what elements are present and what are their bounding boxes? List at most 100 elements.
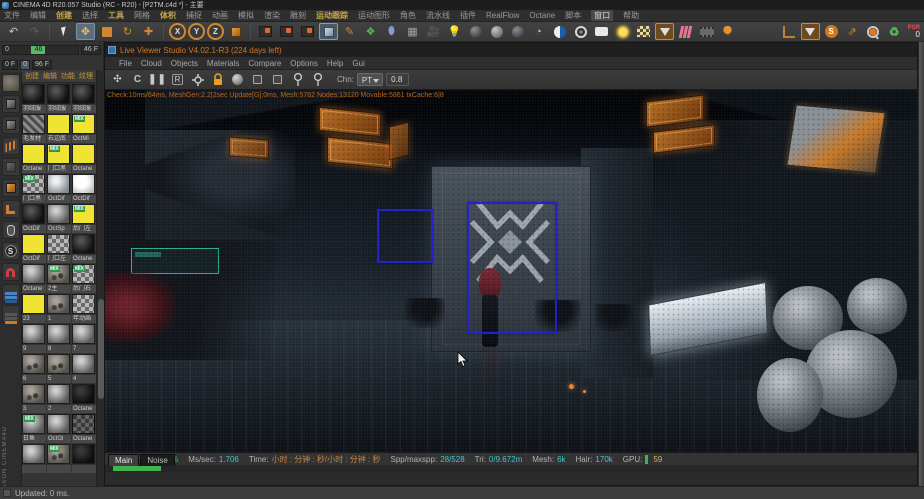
layers-flame-icon[interactable] <box>2 305 20 323</box>
material-item[interactable]: OctDif <box>72 174 96 203</box>
material-item[interactable]: MIX2主 <box>47 264 71 293</box>
timeline-thumb[interactable]: 46 <box>31 46 45 54</box>
film-icon[interactable] <box>697 23 716 40</box>
bracket-icon[interactable] <box>780 23 799 40</box>
material-item[interactable]: 7 <box>72 324 96 353</box>
material-item[interactable]: MIX后门右 <box>72 264 96 293</box>
material-sphere-icon[interactable] <box>466 23 485 40</box>
render-view-icon[interactable] <box>256 23 275 40</box>
lv-menu-options[interactable]: Options <box>290 59 318 68</box>
octane-daylight-icon[interactable] <box>613 23 632 40</box>
axis-L-icon[interactable] <box>2 200 20 218</box>
material-item[interactable]: MIX <box>47 444 71 473</box>
frame-end-field[interactable]: 46 F <box>81 45 101 55</box>
material-item[interactable]: 羽绒服 <box>47 84 71 113</box>
lv-menu-compare[interactable]: Compare <box>248 59 281 68</box>
material-item[interactable]: MIX门口黑 <box>22 174 46 203</box>
live-viewer-titlebar[interactable]: Live Viewer Studio V4.02.1-R3 (224 days … <box>105 43 917 57</box>
material-item[interactable]: Octane <box>72 144 96 173</box>
material-thumbnail[interactable]: MIX <box>22 414 45 434</box>
material-item[interactable]: 1 <box>47 294 71 323</box>
menu-item-14[interactable]: 角色 <box>400 10 416 21</box>
menu-item-21[interactable]: 帮助 <box>623 10 639 21</box>
menu-item-19[interactable]: 脚本 <box>565 10 581 21</box>
material-thumbnail[interactable] <box>72 294 95 314</box>
material-thumbnail[interactable] <box>22 264 45 284</box>
menu-item-10[interactable]: 渲染 <box>264 10 280 21</box>
workplane-icon[interactable]: ❖ <box>361 23 380 40</box>
material-item[interactable]: Octane <box>72 234 96 263</box>
last-tool-icon[interactable]: ✚ <box>139 23 158 40</box>
material-thumbnail[interactable] <box>22 324 45 344</box>
material-item[interactable]: 年动画 <box>72 294 96 323</box>
material-sphere2-icon[interactable] <box>487 23 506 40</box>
menu-item-13[interactable]: 运动图形 <box>358 10 390 21</box>
rotate-tool-icon[interactable]: ↻ <box>118 23 137 40</box>
teleport-icon[interactable]: ✣ <box>109 72 126 88</box>
reset-icon[interactable]: R <box>169 72 186 88</box>
material-thumbnail[interactable] <box>47 294 70 314</box>
live-selection-icon[interactable] <box>55 23 74 40</box>
octane-texenv-icon[interactable] <box>634 23 653 40</box>
restart-render-icon[interactable]: C <box>129 72 146 88</box>
scatter-tree-icon[interactable] <box>718 23 737 40</box>
material-item[interactable]: 门口左 <box>47 234 71 263</box>
material-thumbnail[interactable] <box>22 354 45 374</box>
menu-item-12[interactable]: 运动跟踪 <box>316 10 348 21</box>
axis-lock-z[interactable]: Z <box>207 23 224 40</box>
magnet-blob-icon[interactable]: ⬮ <box>382 23 401 40</box>
material-thumbnail[interactable]: MIX <box>22 174 45 194</box>
substance-icon[interactable]: S <box>822 23 841 40</box>
channel-value-field[interactable]: 0.8 <box>386 73 409 86</box>
octane-download-icon[interactable] <box>655 23 674 40</box>
selection-rect-small[interactable] <box>377 209 433 263</box>
snap-s-icon[interactable]: S <box>2 242 20 260</box>
material-item[interactable]: 毛发材 <box>22 114 46 143</box>
pin-material-icon[interactable] <box>289 72 306 88</box>
material-thumbnail[interactable]: MIX <box>47 144 70 164</box>
material-thumbnail[interactable] <box>22 444 45 464</box>
texture-preview-icon[interactable] <box>2 74 20 92</box>
material-item[interactable]: MIX日鱼 <box>22 414 46 443</box>
lv-menu-cloud[interactable]: Cloud <box>141 59 162 68</box>
render-settings-icon[interactable] <box>277 23 296 40</box>
search-icon[interactable] <box>864 23 883 40</box>
coord-system-icon[interactable] <box>226 23 245 40</box>
material-thumbnail[interactable] <box>72 324 95 344</box>
octane-ik-icon[interactable] <box>676 23 695 40</box>
material-thumbnail[interactable] <box>47 384 70 404</box>
material-thumbnail[interactable] <box>72 354 95 374</box>
object-axis-icon[interactable] <box>2 179 20 197</box>
range-start-field[interactable]: 0 F <box>2 60 18 70</box>
material-item[interactable]: 4 <box>72 354 96 383</box>
points-mode-icon[interactable] <box>2 116 20 134</box>
range-end-field[interactable]: 96 F <box>32 60 52 70</box>
scale-tool-icon[interactable] <box>97 23 116 40</box>
material-thumbnail[interactable] <box>47 354 70 374</box>
material-thumbnail[interactable] <box>22 294 45 314</box>
menu-item-20[interactable]: 窗口 <box>591 10 613 21</box>
material-tab-1[interactable]: 编辑 <box>43 71 57 81</box>
polygons-mode-icon[interactable] <box>2 158 20 176</box>
floor-icon[interactable]: ▦ <box>403 23 422 40</box>
lv-menu-materials[interactable]: Materials <box>207 59 239 68</box>
texture-pen-icon[interactable]: ✎ <box>340 23 359 40</box>
settings-gear-icon[interactable] <box>189 72 206 88</box>
model-mode-icon[interactable] <box>319 23 338 40</box>
region-sphere-icon[interactable] <box>229 72 246 88</box>
material-item[interactable]: 2 <box>47 384 71 413</box>
menu-item-4[interactable]: 工具 <box>108 10 124 21</box>
pin-object-icon[interactable] <box>309 72 326 88</box>
material-item[interactable]: 羽绒服 <box>22 84 46 113</box>
material-item[interactable]: 6 <box>22 354 46 383</box>
axis-lock-y[interactable]: Y <box>188 23 205 40</box>
render-tab-noise[interactable]: Noise <box>140 454 174 466</box>
pick-focus-icon[interactable] <box>249 72 266 88</box>
material-thumbnail[interactable] <box>72 444 95 464</box>
wrench-arrow-icon[interactable]: ⇗ <box>843 23 862 40</box>
menu-item-2[interactable]: 创建 <box>56 10 72 21</box>
material-thumbnail[interactable] <box>22 84 45 104</box>
material-item[interactable]: Octane <box>72 384 96 413</box>
timeline-slider[interactable]: 0 46 <box>2 45 79 55</box>
material-thumbnail[interactable] <box>72 174 95 194</box>
